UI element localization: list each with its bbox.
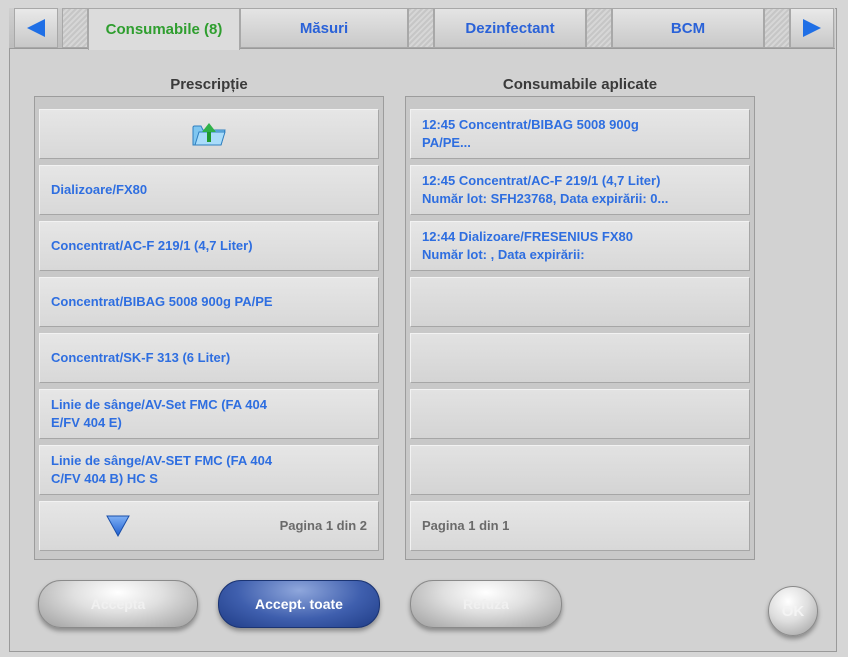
tab-separator [764,8,790,48]
item-label: Concentrat/BIBAG 5008 900g PA/PE [51,294,273,309]
item-label: 12:45 Concentrat/BIBAG 5008 900g PA/PE..… [422,117,639,150]
ok-button[interactable]: OK [768,586,818,636]
tab-label: BCM [670,19,706,37]
aplicat-item-1[interactable]: 12:45 Concentrat/BIBAG 5008 900g PA/PE..… [410,109,750,159]
prescriptie-title: Prescripție [170,76,248,93]
folder-up-button[interactable] [39,109,379,159]
tab-separator [586,8,612,48]
arrow-right-icon [803,19,821,37]
tab-bcm[interactable]: BCM [612,8,764,48]
accept-label: Accepta [90,596,146,612]
tab-scroll-right-button[interactable] [790,8,834,48]
prescriptie-item-2[interactable]: Concentrat/AC-F 219/1 (4,7 Liter) [39,221,379,271]
aplicat-item-empty [410,445,750,495]
reject-label: Refuza [463,596,509,612]
reject-button[interactable]: Refuza [410,580,562,628]
accept-all-button[interactable]: Accept. toate [218,580,380,628]
arrow-left-icon [27,19,45,37]
accept-button[interactable]: Accepta [38,580,198,628]
item-label: Linie de sânge/AV-Set FMC (FA 404 E/FV 4… [51,397,267,430]
prescriptie-item-1[interactable]: Dializoare/FX80 [39,165,379,215]
aplicat-item-3[interactable]: 12:44 Dializoare/FRESENIUS FX80 Număr lo… [410,221,750,271]
tab-label: Dezinfectant [465,19,555,37]
tab-label: Consumabile (8) [105,21,223,38]
prescriptie-item-4[interactable]: Concentrat/SK-F 313 (6 Liter) [39,333,379,383]
page-down-button[interactable] [105,514,131,538]
triangle-down-icon [106,515,130,538]
tab-dezinfectant[interactable]: Dezinfectant [434,8,586,48]
prescriptie-pager: Pagina 1 din 2 [39,501,379,551]
aplicat-item-2[interactable]: 12:45 Concentrat/AC-F 219/1 (4,7 Liter) … [410,165,750,215]
ok-label: OK [781,602,805,620]
accept-all-label: Accept. toate [255,596,343,612]
tab-masuri[interactable]: Măsuri [240,8,408,48]
page-indicator: Pagina 1 din 2 [279,518,367,533]
aplicat-item-empty [410,277,750,327]
item-label: 12:44 Dializoare/FRESENIUS FX80 Număr lo… [422,229,633,262]
consumabile-aplicate-title: Consumabile aplicate [502,76,658,93]
item-label: Concentrat/AC-F 219/1 (4,7 Liter) [51,238,253,253]
prescriptie-item-3[interactable]: Concentrat/BIBAG 5008 900g PA/PE [39,277,379,327]
item-label: Concentrat/SK-F 313 (6 Liter) [51,350,231,365]
aplicat-item-empty [410,333,750,383]
tab-separator [62,8,88,48]
folder-up-icon [192,123,226,146]
tab-consumabile[interactable]: Consumabile (8) [88,8,240,50]
prescriptie-item-6[interactable]: Linie de sânge/AV-SET FMC (FA 404 C/FV 4… [39,445,379,495]
item-label: 12:45 Concentrat/AC-F 219/1 (4,7 Liter) … [422,173,669,206]
tab-scroll-left-button[interactable] [14,8,58,48]
prescriptie-item-5[interactable]: Linie de sânge/AV-Set FMC (FA 404 E/FV 4… [39,389,379,439]
aplicat-pager: Pagina 1 din 1 [410,501,750,551]
item-label: Dializoare/FX80 [51,182,148,197]
page-indicator: Pagina 1 din 1 [422,518,510,533]
tab-label: Măsuri [299,19,349,37]
tab-separator [408,8,434,48]
consumabile-aplicate-list: 12:45 Concentrat/BIBAG 5008 900g PA/PE..… [405,96,755,560]
item-label: Linie de sânge/AV-SET FMC (FA 404 C/FV 4… [51,453,273,486]
aplicat-item-empty [410,389,750,439]
prescriptie-list: Dializoare/FX80 Concentrat/AC-F 219/1 (4… [34,96,384,560]
